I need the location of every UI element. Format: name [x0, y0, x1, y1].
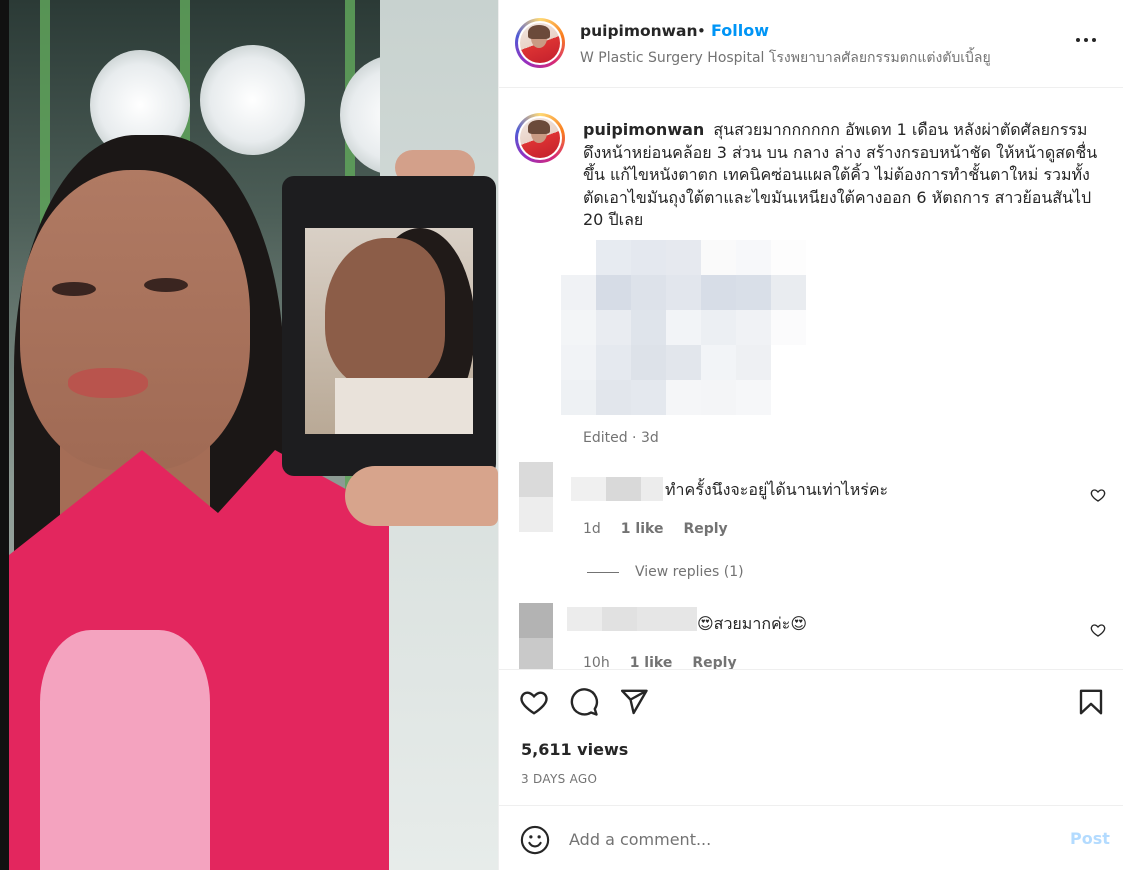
divider-line — [587, 571, 619, 573]
view-replies-button[interactable]: View replies (1) — [587, 564, 744, 580]
view-count[interactable]: 5,611 views — [521, 740, 628, 759]
studio-light — [200, 45, 305, 155]
post-header: puipimonwan • Follow W Plastic Surgery H… — [499, 0, 1123, 88]
heart-icon[interactable] — [1090, 487, 1106, 503]
author-avatar[interactable] — [515, 18, 565, 68]
post-comment-button[interactable]: Post — [1070, 829, 1110, 848]
avatar-image — [520, 118, 560, 158]
edited-timestamp: Edited · 3d — [583, 430, 659, 446]
post-actions: 5,611 views 3 DAYS AGO — [499, 669, 1123, 805]
heart-icon[interactable] — [1090, 622, 1106, 638]
post-panel: puipimonwan • Follow W Plastic Surgery H… — [498, 0, 1123, 870]
commenter-avatar[interactable] — [519, 462, 553, 532]
comment-time: 1d — [583, 521, 601, 537]
caption-author-avatar[interactable] — [515, 113, 565, 163]
bookmark-icon[interactable] — [1076, 687, 1106, 717]
comment-likes[interactable]: 1 like — [621, 521, 664, 537]
heart-icon[interactable] — [519, 687, 549, 717]
caption-username[interactable]: puipimonwan — [583, 120, 704, 139]
photo-shirt — [335, 378, 473, 434]
post-media-video[interactable] — [0, 0, 498, 870]
author-username[interactable]: puipimonwan — [580, 22, 698, 40]
eye — [144, 278, 188, 292]
separator-dot: • — [697, 22, 706, 40]
comment-meta: 1d 1 like Reply — [583, 521, 728, 537]
follow-button[interactable]: Follow — [711, 21, 769, 40]
tablet-before-photo — [305, 228, 473, 434]
avatar-image — [520, 23, 560, 63]
add-comment-bar: Post — [499, 805, 1123, 870]
view-replies-label: View replies (1) — [635, 564, 744, 580]
comment-likes[interactable]: 1 like — [630, 655, 673, 669]
person-face — [20, 170, 250, 470]
photo-face — [325, 238, 445, 388]
comment-bubble-icon[interactable] — [569, 687, 599, 717]
media-edge — [0, 0, 9, 870]
reply-button[interactable]: Reply — [692, 655, 736, 669]
commenter-username[interactable] — [571, 477, 663, 501]
emoji-icon[interactable] — [520, 825, 550, 855]
post-caption: puipimonwan สุนสวยมากกกกกก อัพเดท 1 เดือ… — [583, 119, 1103, 232]
comment-text: 😍สวยมากค่ะ😍 — [697, 614, 807, 633]
comment-meta: 10h 1 like Reply — [583, 655, 737, 669]
location-link[interactable]: W Plastic Surgery Hospital โรงพยาบาลศัลย… — [580, 47, 991, 69]
more-horizontal-icon[interactable] — [1076, 32, 1102, 48]
commenter-username[interactable] — [567, 607, 697, 631]
pink-top — [40, 630, 210, 870]
comment-time: 10h — [583, 655, 610, 669]
hand — [345, 466, 498, 526]
paper-plane-icon[interactable] — [619, 687, 649, 717]
commenter-avatar[interactable] — [519, 603, 553, 669]
eye — [52, 282, 96, 296]
post-timestamp: 3 DAYS AGO — [521, 772, 598, 786]
comment-text: ทำครั้งนึงจะอยู่ได้นานเท่าไหร่คะ — [665, 480, 889, 499]
reply-button[interactable]: Reply — [683, 521, 727, 537]
comment-input[interactable] — [569, 824, 1029, 854]
lips — [68, 368, 148, 398]
pixelated-image — [561, 240, 806, 415]
comments-scroll-area[interactable]: puipimonwan สุนสวยมากกกกกก อัพเดท 1 เดือ… — [499, 89, 1123, 669]
